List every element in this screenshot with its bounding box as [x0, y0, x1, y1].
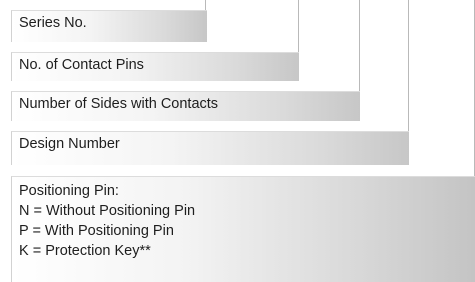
contact-pins-box: No. of Contact Pins: [11, 52, 299, 81]
sides-with-contacts-label: Number of Sides with Contacts: [19, 96, 219, 112]
design-number-box: Design Number: [11, 131, 409, 165]
series-number-label: Series No.: [19, 15, 87, 31]
connector-line-sides: [359, 0, 360, 91]
sides-with-contacts-box: Number of Sides with Contacts: [11, 91, 360, 121]
positioning-option-k: K = Protection Key**: [19, 243, 151, 259]
positioning-option-n: N = Without Positioning Pin: [19, 203, 196, 219]
connector-line-design: [408, 0, 409, 131]
design-number-label: Design Number: [19, 136, 120, 152]
positioning-option-p: P = With Positioning Pin: [19, 223, 174, 239]
series-number-box: Series No.: [11, 10, 207, 42]
connector-line-pins: [298, 0, 299, 52]
positioning-pin-box: Positioning Pin: N = Without Positioning…: [11, 176, 475, 282]
contact-pins-label: No. of Contact Pins: [19, 57, 144, 73]
positioning-pin-heading: Positioning Pin:: [19, 183, 119, 199]
connector-line-series: [205, 0, 206, 10]
